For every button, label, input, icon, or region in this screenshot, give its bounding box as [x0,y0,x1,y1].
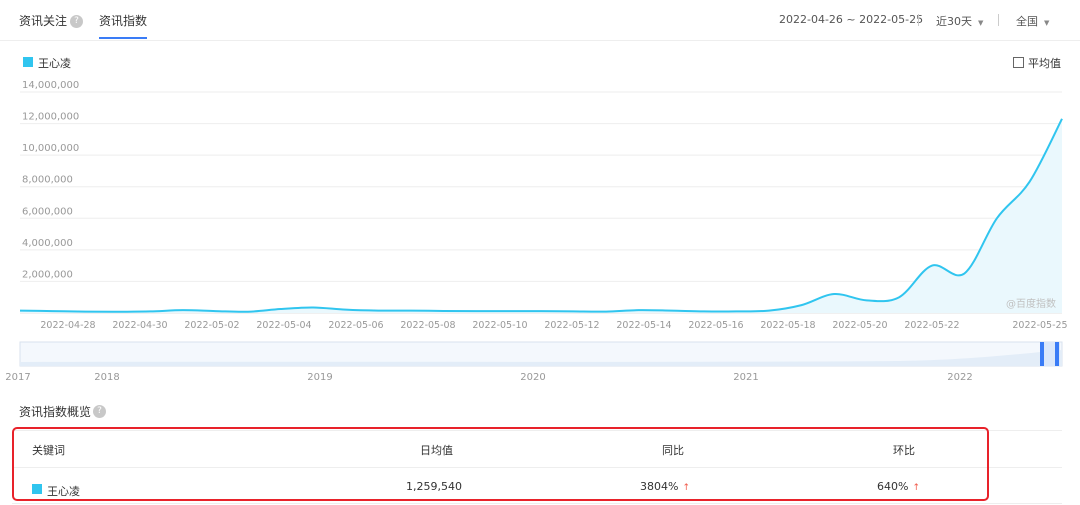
tab-bar: 资讯关注 ? 资讯指数 2022-04-26 ~ 2022-05-25 近30天… [0,0,1080,41]
legend-label[interactable]: 王心凌 [38,55,71,71]
table-bottom-border [12,503,1062,504]
date-range[interactable]: 2022-04-26 ~ 2022-05-25 [779,13,923,26]
timeline-year-label: 2019 [307,372,332,380]
tab-news-attention[interactable]: 资讯关注 [19,12,67,29]
caret-down-icon: ▼ [978,19,984,27]
region-label: 全国 [1016,15,1038,28]
divider [998,14,999,26]
timeline-year-label: 2020 [520,372,545,380]
x-tick-label: 2022-05-08 [400,320,455,331]
legend-swatch [23,57,33,67]
period-label: 近30天 [936,15,972,28]
y-tick-label: 6,000,000 [22,206,73,217]
help-icon[interactable]: ? [70,15,83,28]
active-tab-indicator [99,37,147,39]
x-tick-label: 2022-04-28 [40,320,95,331]
caret-down-icon: ▼ [1044,19,1050,27]
x-tick-label: 2022-05-04 [256,320,311,331]
x-tick-label: 2022-05-22 [904,320,959,331]
timeline-year-label: 2022 [947,372,972,380]
x-tick-label: 2022-05-06 [328,320,383,331]
y-tick-label: 12,000,000 [22,112,79,123]
help-icon[interactable]: ? [93,405,106,418]
timeline-year-label: 2021 [733,372,758,380]
period-select[interactable]: 近30天 ▼ [936,13,983,29]
tabs-divider [0,40,1080,41]
series-line[interactable] [19,118,1063,313]
divider [918,14,919,26]
x-tick-label: 2022-05-16 [688,320,743,331]
average-label[interactable]: 平均值 [1028,55,1061,71]
y-tick-label: 2,000,000 [22,269,73,280]
average-checkbox[interactable] [1013,57,1024,68]
y-tick-label: 10,000,000 [22,143,79,154]
brush-handle[interactable] [1040,342,1044,366]
tab-news-index[interactable]: 资讯指数 [99,12,147,29]
x-tick-label: 2022-05-18 [760,320,815,331]
x-tick-label: 2022-05-12 [544,320,599,331]
y-tick-label: 8,000,000 [22,175,73,186]
x-tick-label: 2022-05-10 [472,320,527,331]
index-chart: 2022-04-28 2022-04-30 2022-05-02 2022-05-04… [5,80,1067,380]
timeline-year-label: 2018 [94,372,119,380]
y-tick-label: 14,000,000 [22,80,79,91]
x-tick-label: 2022-05-20 [832,320,887,331]
y-tick-label: 4,000,000 [22,238,73,249]
region-select[interactable]: 全国 ▼ [1016,13,1049,29]
watermark: @百度指数 [1006,299,1056,310]
highlight-box [12,427,989,501]
x-tick-label: 2022-05-14 [616,320,671,331]
series-area [20,118,1062,313]
overview-title: 资讯指数概览 [19,405,92,419]
x-tick-label: 2022-05-02 [184,320,239,331]
timeline-year-label: 2017 [5,372,30,380]
x-tick-label: 2022-05-25 [1012,320,1067,331]
x-tick-label: 2022-04-30 [112,320,167,331]
brush-handle[interactable] [1055,342,1059,366]
